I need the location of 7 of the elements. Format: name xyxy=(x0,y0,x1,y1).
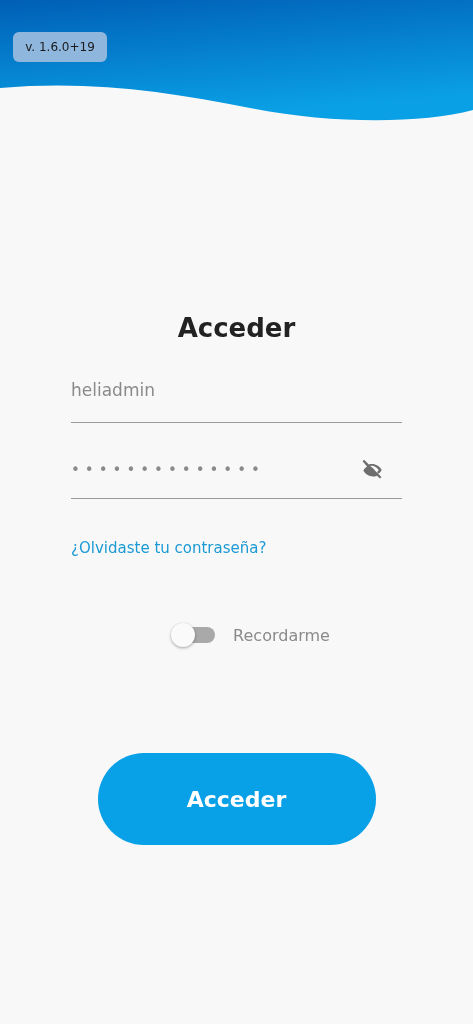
remember-label: Recordarme xyxy=(233,625,330,645)
username-field[interactable]: heliadmin xyxy=(71,375,402,423)
version-badge: v. 1.6.0+19 xyxy=(13,32,107,62)
login-button[interactable]: Acceder xyxy=(97,753,376,845)
forgot-password-link[interactable]: ¿Olvidaste tu contraseña? xyxy=(71,539,267,557)
password-field[interactable]: •••••••••••••• xyxy=(71,460,358,479)
login-title: Acceder xyxy=(177,312,296,344)
